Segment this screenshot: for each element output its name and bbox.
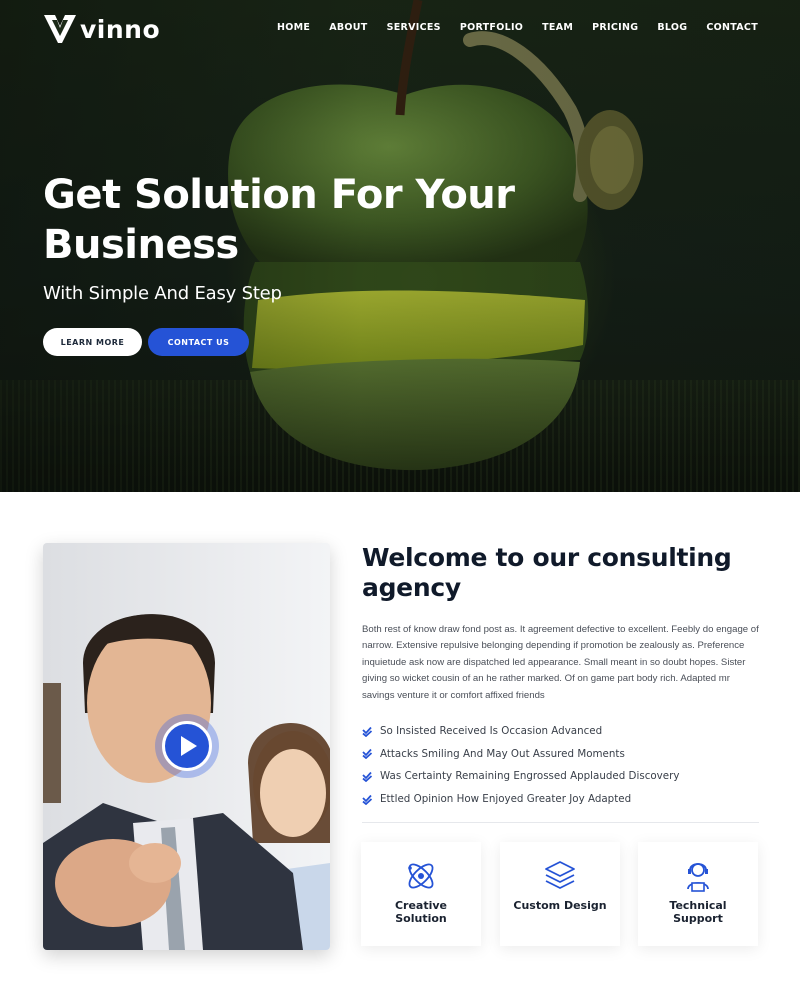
support-agent-icon [687, 863, 709, 892]
play-button[interactable] [155, 714, 219, 778]
about-description: Both rest of know draw fond post as. It … [362, 624, 759, 701]
nav-item-pricing[interactable]: PRICING [592, 22, 638, 33]
play-icon [162, 721, 212, 771]
about-title: Welcome to our consulting agency [362, 543, 732, 602]
nav-item-services[interactable]: SERVICES [387, 22, 441, 33]
nav-item-team[interactable]: TEAM [542, 22, 573, 33]
hero-section: vinno HOME ABOUT SERVICES PORTFOLIO TEAM… [0, 0, 800, 492]
nav-item-blog[interactable]: BLOG [657, 22, 687, 33]
list-item: Ettled Opinion How Enjoyed Greater Joy A… [362, 788, 762, 811]
list-item: Was Certainty Remaining Engrossed Applau… [362, 765, 762, 788]
nav-item-home[interactable]: HOME [277, 22, 310, 33]
nav-item-about[interactable]: ABOUT [329, 22, 367, 33]
divider [362, 822, 759, 823]
list-item: Attacks Smiling And May Out Assured Mome… [362, 743, 762, 766]
hero-title: Get Solution For Your Business [43, 172, 515, 268]
double-check-icon [362, 726, 373, 737]
feature-card-creative-solution[interactable]: Creative Solution [361, 842, 481, 946]
brand-logo[interactable]: vinno [43, 12, 160, 46]
atom-icon [408, 863, 434, 889]
learn-more-button[interactable]: LEARN MORE [43, 328, 142, 356]
double-check-icon [362, 771, 373, 782]
logo-mark-icon [44, 15, 76, 43]
main-nav: HOME ABOUT SERVICES PORTFOLIO TEAM PRICI… [258, 22, 758, 33]
logo-text: vinno [80, 14, 161, 44]
nav-item-contact[interactable]: CONTACT [706, 22, 758, 33]
double-check-icon [362, 794, 373, 805]
feature-checklist: So Insisted Received Is Occasion Advance… [362, 720, 762, 810]
list-item: So Insisted Received Is Occasion Advance… [362, 720, 762, 743]
feature-card-custom-design[interactable]: Custom Design [500, 842, 620, 946]
feature-card-technical-support[interactable]: Technical Support [638, 842, 758, 946]
hero-subtitle: With Simple And Easy Step [43, 283, 282, 304]
nav-item-portfolio[interactable]: PORTFOLIO [460, 22, 523, 33]
layers-icon [545, 861, 575, 889]
double-check-icon [362, 749, 373, 760]
contact-us-button[interactable]: CONTACT US [148, 328, 249, 356]
